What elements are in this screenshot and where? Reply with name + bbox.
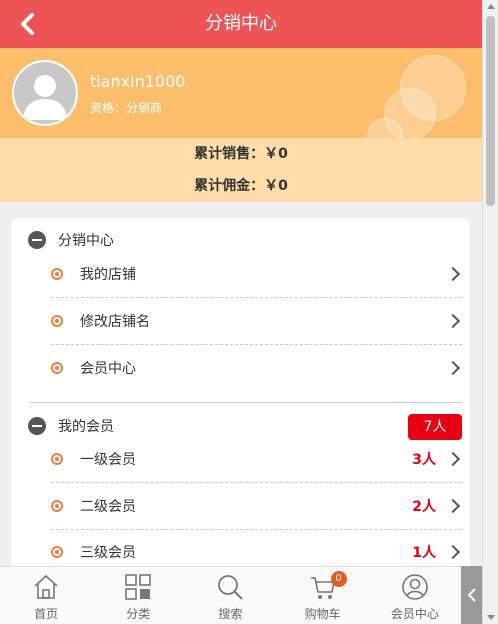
bullet-icon: [51, 453, 63, 465]
chevron-right-icon: [445, 360, 461, 376]
avatar[interactable]: [12, 60, 78, 126]
category-icon: [125, 574, 152, 600]
side-collapse-tab[interactable]: [461, 566, 482, 624]
bullet-icon: [51, 268, 63, 280]
scrollbar-thumb[interactable]: [486, 16, 495, 206]
section-title: 我的会员: [58, 419, 114, 435]
chevron-right-icon: [445, 451, 461, 467]
scroll-down-icon[interactable]: [487, 615, 495, 620]
menu-item-my-shop[interactable]: 我的店铺: [51, 251, 462, 298]
member-level-1[interactable]: 一级会员 3人: [51, 436, 462, 483]
bottom-nav: 首页 分类 搜索 0 购物车 会员中心: [0, 566, 461, 624]
nav-category[interactable]: 分类: [92, 567, 184, 624]
user-avatar-icon: [14, 62, 76, 124]
chevron-right-icon: [445, 313, 461, 329]
chevron-left-icon: [467, 588, 476, 602]
nav-label: 分类: [126, 607, 151, 621]
scrollbar[interactable]: [482, 0, 498, 624]
section-divider: [29, 402, 462, 403]
nav-label: 首页: [34, 607, 59, 621]
section-header-members[interactable]: 我的会员: [28, 414, 114, 438]
total-sales: 累计销售：￥0: [194, 146, 288, 162]
menu-item-label: 会员中心: [80, 361, 136, 377]
stats-panel: 累计销售：￥0 累计佣金：￥0: [0, 138, 482, 202]
profile-banner: tianxin1000 资格：分销商: [0, 48, 482, 138]
nav-label: 搜索: [218, 607, 243, 621]
username: tianxin1000: [90, 72, 186, 91]
user-icon: [402, 574, 428, 600]
nav-home[interactable]: 首页: [0, 567, 92, 624]
total-commission: 累计佣金：￥0: [194, 178, 288, 194]
menu-item-label: 修改店铺名: [80, 314, 150, 330]
chevron-right-icon: [445, 266, 461, 282]
section-title: 分销中心: [58, 233, 114, 249]
nav-search[interactable]: 搜索: [184, 567, 276, 624]
scroll-up-icon[interactable]: [487, 4, 495, 9]
search-icon: [218, 575, 244, 600]
home-icon: [34, 574, 58, 599]
chevron-right-icon: [445, 544, 461, 560]
nav-label: 购物车: [304, 607, 341, 621]
nav-label: 会员中心: [390, 607, 439, 621]
menu-item-member-center[interactable]: 会员中心: [51, 345, 462, 391]
menu-item-label: 三级会员: [80, 545, 136, 561]
menu-item-rename-shop[interactable]: 修改店铺名: [51, 298, 462, 345]
member-level-2[interactable]: 二级会员 2人: [51, 483, 462, 530]
collapse-icon[interactable]: [28, 417, 46, 435]
section-header-distribution[interactable]: 分销中心: [28, 228, 114, 252]
cart-count-badge: 0: [330, 571, 347, 587]
member-count: 3人: [412, 452, 436, 468]
bullet-icon: [51, 546, 63, 558]
menu-item-label: 我的店铺: [80, 267, 136, 283]
chevron-right-icon: [445, 498, 461, 514]
menu-item-label: 二级会员: [80, 499, 136, 515]
bullet-icon: [51, 500, 63, 512]
menu-item-label: 一级会员: [80, 452, 136, 468]
bullet-icon: [51, 362, 63, 374]
collapse-icon[interactable]: [28, 231, 46, 249]
qualification: 资格：分销商: [90, 101, 163, 115]
nav-cart[interactable]: 0 购物车: [277, 567, 369, 624]
nav-member-center[interactable]: 会员中心: [369, 567, 461, 624]
member-count: 1人: [412, 545, 436, 561]
header-bar: 分销中心: [0, 0, 482, 48]
menu-card: 分销中心 我的店铺 修改店铺名 会员中心 我的会员 7人 一级会员 3人 二级会…: [11, 218, 470, 578]
page-title: 分销中心: [205, 13, 277, 34]
bullet-icon: [51, 315, 63, 327]
member-count: 2人: [412, 499, 436, 515]
